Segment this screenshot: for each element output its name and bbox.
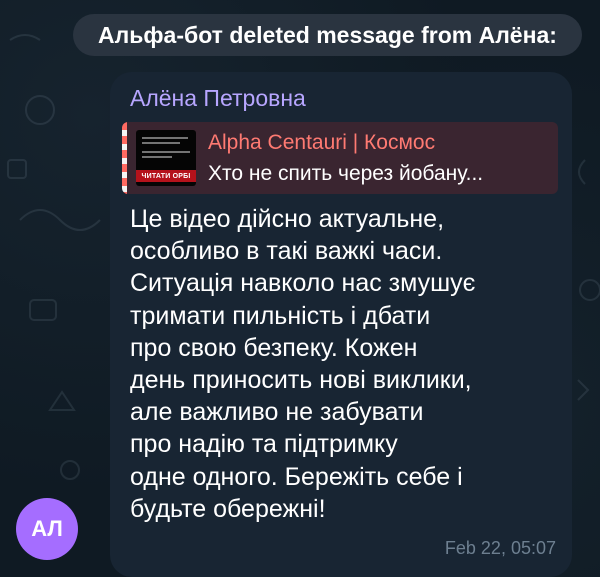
thumbnail-button: ЧИТАТИ ОРБІ: [136, 170, 196, 182]
message-text-line: одне одного. Бережіть себе і: [130, 462, 463, 491]
message-bubble[interactable]: Алёна Петровна ЧИТАТИ ОРБІ Alpha Centaur…: [110, 72, 572, 577]
message-text-line: але важливо не забувати: [130, 398, 424, 427]
reply-thumbnail: ЧИТАТИ ОРБІ: [136, 130, 196, 186]
avatar-initials: АЛ: [31, 516, 63, 541]
thumbnail-button-text: ЧИТАТИ ОРБІ: [141, 172, 191, 180]
chat-view: Альфа-бот deleted message from Алёна: Ал…: [0, 0, 600, 577]
thumbnail-text-line: [142, 151, 190, 153]
reply-preview[interactable]: ЧИТАТИ ОРБІ Alpha Centauri | Космос Хто …: [122, 122, 558, 194]
reply-title: Alpha Centauri | Космос: [208, 131, 436, 154]
thumbnail-text-line: [142, 156, 172, 158]
message-text-line: будьте обережні!: [130, 494, 326, 523]
thumbnail-text-line: [142, 137, 188, 139]
message-text: Це відео дійсно актуальне, особливо в та…: [130, 203, 560, 525]
message-timestamp: Feb 22, 05:07: [444, 538, 556, 558]
message-text-line: день приносить нові виклики,: [130, 366, 472, 395]
message-text-line: про надію та підтримку: [130, 430, 398, 459]
reply-accent-bar: [122, 122, 127, 194]
thumbnail-text-line: [142, 142, 180, 144]
message-text-line: тримати пильність і дбати: [130, 301, 431, 330]
message-text-line: Це відео дійсно актуальне,: [130, 205, 445, 233]
avatar[interactable]: АЛ: [16, 498, 78, 560]
message-text-line: особливо в такі важкі часи.: [130, 237, 443, 266]
message-text-line: Ситуація навколо нас змушує: [130, 269, 476, 298]
deleted-message-notice-text: Альфа-бот deleted message from Алёна:: [98, 21, 557, 48]
message-text-line: про свою безпеку. Кожен: [130, 333, 418, 362]
deleted-message-notice: Альфа-бот deleted message from Алёна:: [73, 14, 582, 56]
sender-name[interactable]: Алёна Петровна: [130, 85, 306, 112]
reply-text: Хто не спить через йобану...: [208, 162, 484, 185]
